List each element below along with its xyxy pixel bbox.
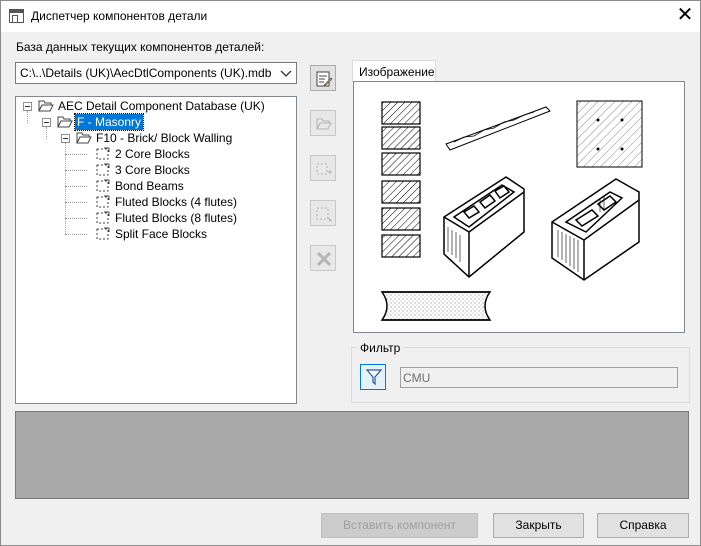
close-icon[interactable]: ✕ [671,5,699,27]
database-combobox[interactable]: C:\..\Details (UK)\AecDtlComponents (UK)… [15,62,297,84]
tree-node-label: F - Masonry [73,113,145,131]
dialog-window: Диспетчер компонентов детали ✕ База данн… [0,0,701,546]
tree-leaf-label: Split Face Blocks [115,227,208,241]
open-folder-icon [38,100,54,112]
tab-image[interactable]: Изображение [352,60,436,82]
edit-database-button[interactable] [310,65,336,91]
tree-node-label: AEC Detail Component Database (UK) [58,99,265,113]
component-icon [96,195,110,208]
tree-leaf-label: 2 Core Blocks [115,147,190,161]
component-icon [96,227,110,240]
add-component-icon [316,207,332,222]
delete-icon [316,251,332,267]
chevron-down-icon[interactable] [278,64,294,82]
preview-drawing [380,100,643,321]
title-bar: Диспетчер компонентов детали ✕ [1,1,700,32]
tree-leaf-label: Fluted Blocks (8 flutes) [115,211,238,225]
delete-button[interactable] [310,245,336,271]
add-component-button[interactable] [310,200,336,226]
component-icon [96,147,110,160]
filter-icon [365,369,383,386]
open-folder-icon [57,116,73,128]
insert-component-button[interactable]: Вставить компонент [321,513,478,538]
filter-legend: Фильтр [358,341,403,355]
add-group-button[interactable] [310,155,336,181]
filter-button[interactable] [360,364,386,390]
database-path: C:\..\Details (UK)\AecDtlComponents (UK)… [20,66,272,80]
open-folder-icon [316,118,332,130]
add-group-icon [316,163,332,175]
open-folder-icon [76,132,92,144]
tree-leaf-label: Bond Beams [115,179,184,193]
window-icon [9,9,24,23]
database-label: База данных текущих компонентов деталей: [16,40,265,54]
tab-image-label: Изображение [359,65,435,79]
tree-expander-masonry[interactable] [42,118,51,127]
tree-expander-walling[interactable] [61,134,70,143]
component-tree[interactable]: AEC Detail Component Database (UK) F - M… [15,96,297,404]
component-preview [353,81,685,333]
tree-leaf-label: Fluted Blocks (4 flutes) [115,195,238,209]
edit-database-icon [316,71,333,87]
description-area [15,411,689,499]
filter-input[interactable]: CMU [400,367,678,388]
window-title: Диспетчер компонентов детали [31,9,208,23]
component-icon [96,211,110,224]
component-icon [96,179,110,192]
close-button[interactable]: Закрыть [493,513,584,538]
tree-node-label: F10 - Brick/ Block Walling [96,131,233,145]
component-icon [96,163,110,176]
tree-expander-root[interactable] [23,102,32,111]
tree-leaf-label: 3 Core Blocks [115,163,190,177]
help-button[interactable]: Справка [597,513,689,538]
open-group-button[interactable] [310,110,336,136]
